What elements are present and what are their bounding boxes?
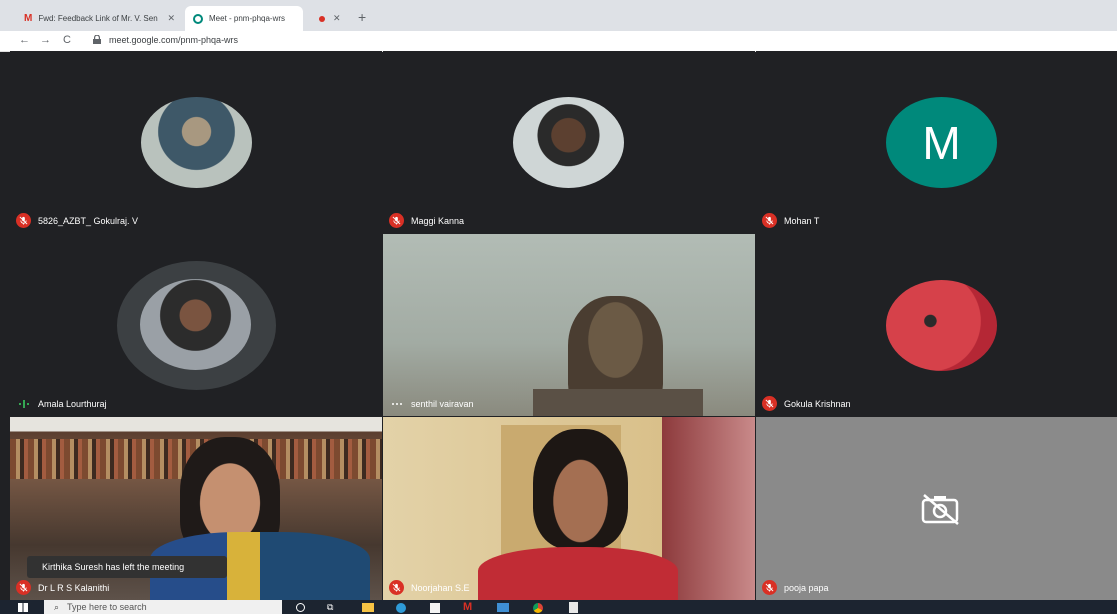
mic-off-icon	[16, 580, 31, 595]
notification-toast: Kirthika Suresh has left the meeting	[27, 556, 227, 578]
participant-name-plate: Gokula Krishnan	[762, 396, 851, 411]
search-icon: ⌕	[54, 601, 60, 612]
video-feed	[533, 429, 628, 549]
participant-tile[interactable]: Gokula Krishnan	[756, 234, 1117, 416]
camera-off-icon	[921, 494, 959, 525]
back-icon[interactable]: ←	[19, 34, 30, 46]
address-bar: ← → C meet.google.com/pnm-phqa-wrs	[0, 31, 1117, 52]
close-tab-icon[interactable]: ✕	[333, 13, 341, 24]
participant-tile[interactable]: Noorjahan S.E	[383, 417, 755, 600]
tab-title: Meet - pnm-phqa-wrs	[209, 14, 286, 23]
edge-icon[interactable]	[396, 603, 406, 613]
participant-name: Noorjahan S.E	[411, 582, 470, 593]
notification-text: Kirthika Suresh has left the meeting	[42, 562, 185, 572]
cortana-icon[interactable]	[296, 603, 305, 612]
close-tab-icon[interactable]: ✕	[167, 13, 175, 24]
audio-indicator-icon	[389, 396, 404, 411]
participant-tile[interactable]: M Mohan T	[756, 51, 1117, 233]
avatar	[140, 279, 251, 370]
tab-gmail[interactable]: M Fwd: Feedback Link of Mr. V. Sen ✕	[16, 6, 183, 31]
meet-icon	[193, 13, 203, 24]
taskbar-search-box[interactable]: ⌕ Type here to search	[44, 600, 282, 614]
participant-name: Dr L R S Kalanithi	[38, 582, 110, 593]
avatar	[141, 97, 252, 188]
gmail-icon: M	[24, 13, 33, 24]
participant-name: Amala Lourthuraj	[38, 398, 107, 409]
video-feed	[478, 547, 678, 600]
chrome-icon[interactable]	[533, 603, 543, 613]
participant-name-plate: Mohan T	[762, 213, 819, 228]
mic-off-icon	[389, 580, 404, 595]
lock-icon	[93, 35, 101, 44]
participant-name-plate: Dr L R S Kalanithi	[16, 580, 109, 595]
gmail-icon[interactable]: M	[463, 601, 472, 613]
avatar	[513, 97, 624, 188]
participant-name: Maggi Kanna	[411, 215, 465, 226]
participant-name-plate: pooja papa	[762, 580, 829, 595]
search-placeholder: Type here to search	[67, 602, 147, 612]
mic-off-icon	[762, 213, 777, 228]
participant-tile[interactable]: Amala Lourthuraj	[10, 234, 382, 416]
plus-icon[interactable]: +	[358, 9, 366, 25]
participant-name: Gokula Krishnan	[784, 398, 851, 409]
tab-recording[interactable]: ✕	[307, 6, 353, 31]
video-feed	[533, 389, 703, 416]
participant-name: pooja papa	[784, 582, 829, 593]
speaking-indicator-icon	[16, 396, 31, 411]
document-icon[interactable]	[569, 602, 578, 613]
avatar	[886, 280, 997, 371]
task-view-icon[interactable]: ⧉	[327, 602, 333, 613]
tab-title: Fwd: Feedback Link of Mr. V. Sen	[38, 14, 158, 23]
participant-name: 5826_AZBT_ Gokulraj. V	[38, 215, 139, 226]
store-icon[interactable]	[430, 603, 440, 613]
windows-taskbar: ⌕ Type here to search ⧉ M	[0, 600, 1117, 614]
participant-name-plate: senthil vairavan	[389, 396, 474, 411]
file-explorer-icon[interactable]	[362, 603, 374, 612]
forward-icon[interactable]: →	[40, 34, 51, 46]
mic-off-icon	[389, 213, 404, 228]
windows-start-icon[interactable]	[18, 603, 28, 612]
participant-tile[interactable]: Maggi Kanna	[383, 51, 755, 233]
participant-tile[interactable]: pooja papa	[756, 417, 1117, 600]
tab-meet[interactable]: Meet - pnm-phqa-wrs	[185, 6, 303, 31]
mic-off-icon	[16, 213, 31, 228]
mic-off-icon	[762, 580, 777, 595]
participant-name: senthil vairavan	[411, 398, 474, 409]
mail-icon[interactable]	[497, 603, 509, 612]
participant-name-plate: 5826_AZBT_ Gokulraj. V	[16, 213, 138, 228]
participant-name-plate: Maggi Kanna	[389, 213, 464, 228]
participant-tile[interactable]: 5826_AZBT_ Gokulraj. V	[10, 51, 382, 233]
avatar-initial: M	[886, 97, 997, 188]
url-field[interactable]: meet.google.com/pnm-phqa-wrs	[109, 35, 238, 45]
reload-icon[interactable]: C	[63, 34, 71, 46]
participant-name-plate: Noorjahan S.E	[389, 580, 470, 595]
participant-name-plate: Amala Lourthuraj	[16, 396, 107, 411]
recording-dot-icon	[319, 15, 325, 22]
browser-tab-strip: M Fwd: Feedback Link of Mr. V. Sen ✕ Mee…	[0, 0, 1117, 31]
mic-off-icon	[762, 396, 777, 411]
participant-tile[interactable]: senthil vairavan	[383, 234, 755, 416]
participant-name: Mohan T	[784, 215, 820, 226]
